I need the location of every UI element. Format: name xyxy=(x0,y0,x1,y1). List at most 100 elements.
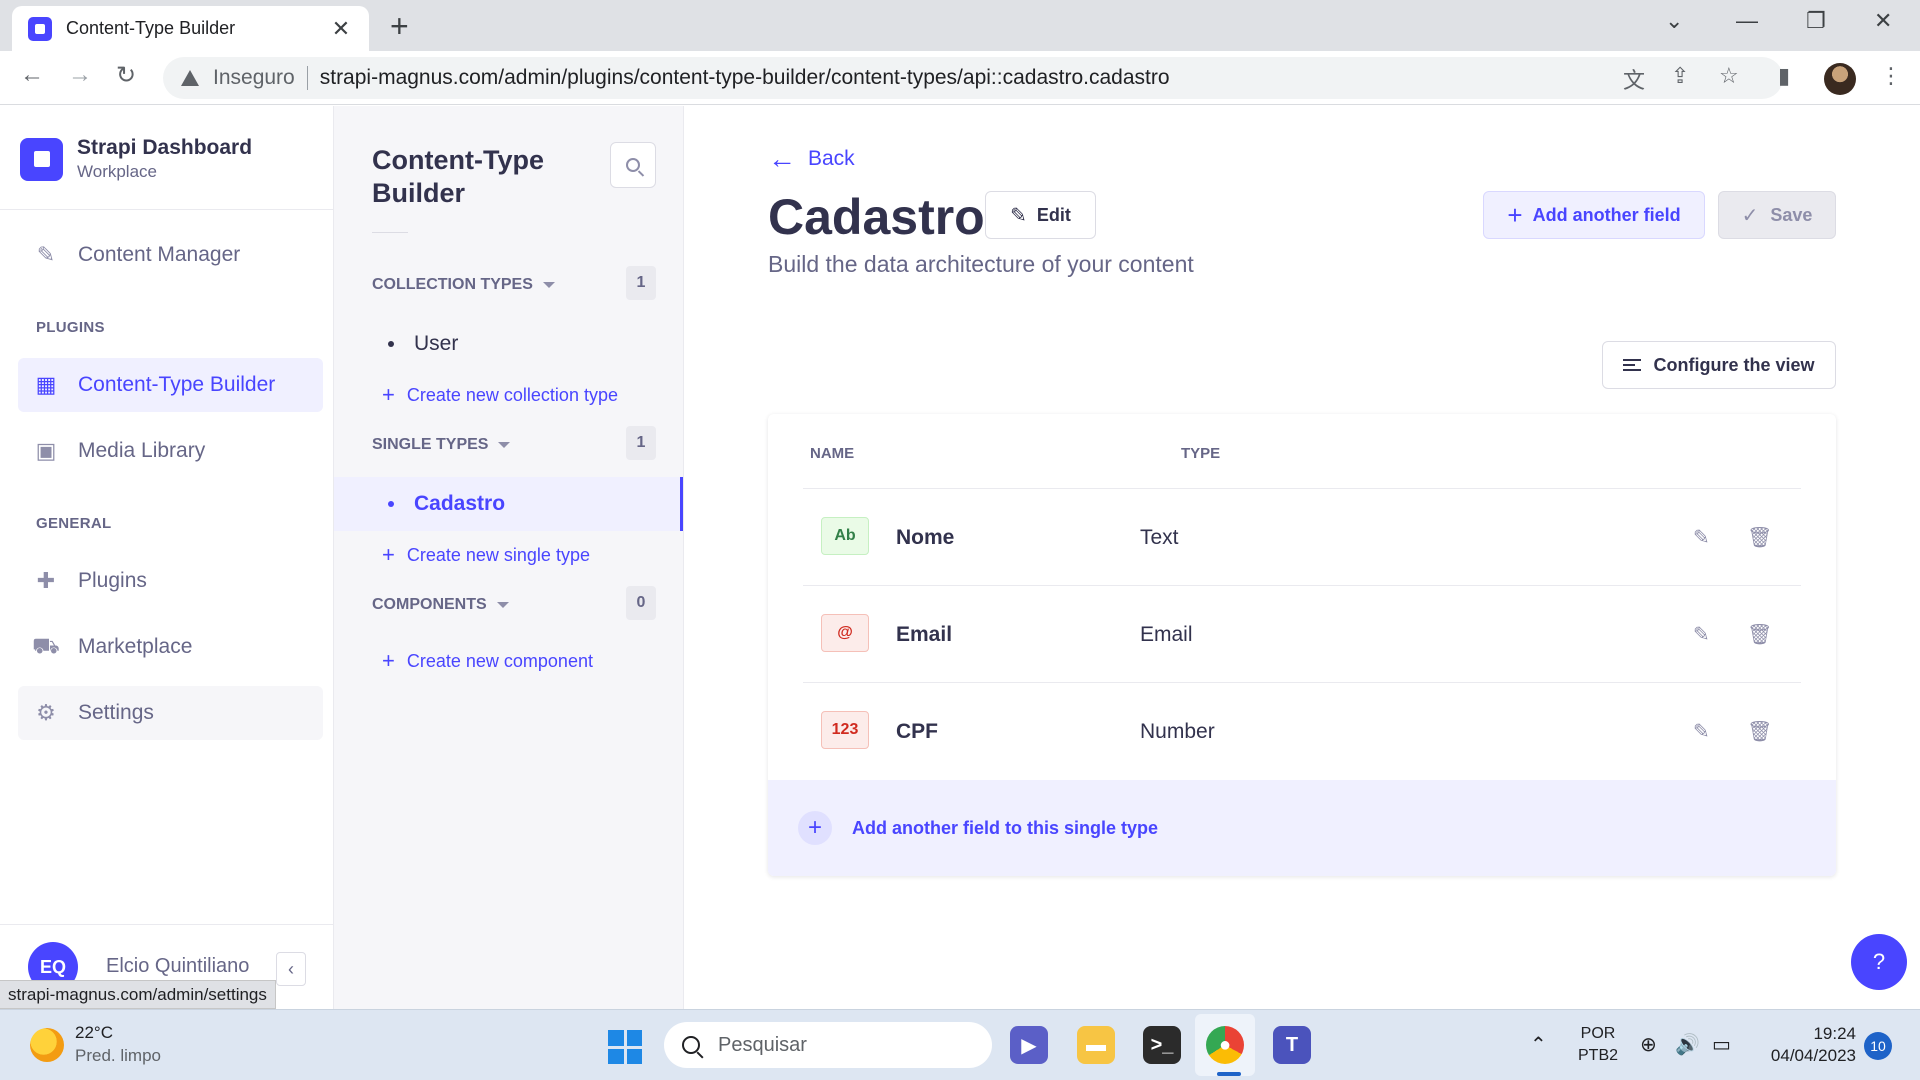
pencil-icon: ✎ xyxy=(1010,204,1027,227)
back-link[interactable]: ← Back xyxy=(768,145,855,173)
browser-tab[interactable]: Content-Type Builder ✕ xyxy=(12,6,369,51)
terminal-icon[interactable]: >_ xyxy=(1143,1026,1181,1064)
volume-icon[interactable]: 🔊 xyxy=(1675,1032,1700,1057)
url-separator xyxy=(306,66,308,90)
delete-field-trash-icon[interactable]: 🗑 xyxy=(1747,719,1772,744)
restore-icon[interactable]: ❐ xyxy=(1806,8,1826,34)
strapi-logo-icon xyxy=(20,137,63,181)
security-label[interactable]: Inseguro xyxy=(213,66,295,90)
nav-item-marketplace[interactable]: ⛟ Marketplace xyxy=(18,620,323,674)
minimize-icon[interactable]: — xyxy=(1736,8,1758,34)
components-toggle[interactable]: COMPONENTS xyxy=(372,596,509,614)
create-collection-type-link[interactable]: + Create new collection type xyxy=(382,382,618,408)
save-button[interactable]: ✓ Save xyxy=(1718,191,1836,239)
page-subtitle: Build the data architecture of your cont… xyxy=(768,251,1194,277)
nav-item-content-manager[interactable]: ✎ Content Manager xyxy=(18,228,323,282)
battery-icon[interactable]: ▭ xyxy=(1712,1032,1731,1057)
field-name: Nome xyxy=(896,526,955,549)
weather-temp[interactable]: 22°C xyxy=(75,1023,113,1043)
search-icon xyxy=(626,158,640,172)
taskbar-search-placeholder: Pesquisar xyxy=(718,1033,807,1056)
weather-icon[interactable] xyxy=(30,1028,64,1062)
new-tab-icon[interactable]: + xyxy=(390,8,409,45)
clock[interactable]: 19:24 04/04/2023 xyxy=(1760,1023,1856,1067)
create-single-type-link[interactable]: + Create new single type xyxy=(382,542,590,568)
configure-view-button[interactable]: Configure the view xyxy=(1602,341,1836,389)
url-text[interactable]: strapi-magnus.com/admin/plugins/content-… xyxy=(320,66,1170,90)
add-another-field-button[interactable]: + Add another field xyxy=(1483,191,1705,239)
language-indicator[interactable]: POR PTB2 xyxy=(1578,1023,1618,1067)
configure-label: Configure the view xyxy=(1653,354,1815,375)
teams-meet-icon[interactable]: ▶ xyxy=(1010,1026,1048,1064)
nav-item-plugins[interactable]: ✚ Plugins xyxy=(18,554,323,608)
plugins-section-label: PLUGINS xyxy=(36,319,105,336)
bullet-icon xyxy=(388,341,394,347)
field-name: CPF xyxy=(896,720,938,743)
layout-icon: ▦ xyxy=(35,372,57,397)
collection-types-toggle[interactable]: COLLECTION TYPES xyxy=(372,276,555,294)
strapi-favicon-icon xyxy=(28,16,52,41)
bullet-icon xyxy=(388,501,394,507)
create-component-link[interactable]: + Create new component xyxy=(382,648,593,674)
subnav-item-cadastro[interactable]: Cadastro xyxy=(334,477,683,531)
user-name[interactable]: Elcio Quintiliano xyxy=(106,955,249,978)
subnav-item-label: Cadastro xyxy=(414,492,506,515)
chevron-left-icon: ‹ xyxy=(288,958,294,979)
add-field-to-single-type-button[interactable]: + Add another field to this single type xyxy=(768,780,1836,876)
tray-chevron-up-icon[interactable]: ⌃ xyxy=(1530,1032,1547,1057)
network-globe-icon[interactable]: ⊕ xyxy=(1640,1032,1657,1057)
edit-field-pencil-icon[interactable]: ✎ xyxy=(1693,525,1710,550)
nav-item-label: Marketplace xyxy=(78,635,193,658)
edit-field-pencil-icon[interactable]: ✎ xyxy=(1693,622,1710,647)
field-type: Text xyxy=(1140,526,1179,549)
file-explorer-icon[interactable]: ▬ xyxy=(1077,1026,1115,1064)
browser-menu-icon[interactable]: ⋮ xyxy=(1880,63,1902,89)
help-button[interactable]: ? xyxy=(1851,934,1907,990)
chrome-icon[interactable]: ● xyxy=(1206,1026,1244,1064)
notification-badge[interactable]: 10 xyxy=(1864,1032,1892,1060)
delete-field-trash-icon[interactable]: 🗑 xyxy=(1747,622,1772,647)
reload-icon[interactable]: ↻ xyxy=(116,61,136,90)
brand: Strapi Dashboard Workplace xyxy=(20,136,252,182)
translate-icon[interactable]: 文 xyxy=(1623,63,1645,95)
plus-icon: + xyxy=(382,648,395,673)
start-windows-icon[interactable] xyxy=(608,1030,642,1064)
windows-taskbar: 22°C Pred. limpo Pesquisar ▶ ▬ >_ ● T ⌃ … xyxy=(0,1009,1920,1080)
weather-desc[interactable]: Pred. limpo xyxy=(75,1046,161,1066)
side-panel-icon[interactable]: ▮ xyxy=(1778,63,1790,89)
field-name: Email xyxy=(896,623,953,646)
close-tab-icon[interactable]: ✕ xyxy=(329,16,353,42)
nav-divider xyxy=(0,209,334,210)
profile-avatar[interactable] xyxy=(1824,63,1856,95)
nav-item-label: Plugins xyxy=(78,569,147,592)
delete-field-trash-icon[interactable]: 🗑 xyxy=(1747,525,1772,550)
gear-icon: ⚙ xyxy=(36,700,56,725)
brand-title: Strapi Dashboard xyxy=(77,136,253,159)
components-count: 0 xyxy=(626,586,656,620)
share-icon[interactable]: ⇪ xyxy=(1671,63,1689,89)
nav-item-media-library[interactable]: ▣ Media Library xyxy=(18,424,323,478)
url-omnibox[interactable]: Inseguro strapi-magnus.com/admin/plugins… xyxy=(163,57,1783,99)
nav-item-settings[interactable]: ⚙ Settings xyxy=(18,686,323,740)
check-icon: ✓ xyxy=(1741,204,1759,227)
subnav-item-user[interactable]: User xyxy=(334,317,683,371)
bookmark-star-icon[interactable]: ☆ xyxy=(1719,63,1739,89)
edit-label: Edit xyxy=(1036,204,1071,225)
table-row: @ Email Email ✎ 🗑 xyxy=(803,585,1801,682)
arrow-left-icon: ← xyxy=(768,143,796,174)
search-icon xyxy=(682,1036,700,1054)
close-window-icon[interactable]: ✕ xyxy=(1874,8,1892,34)
single-types-toggle[interactable]: SINGLE TYPES xyxy=(372,436,511,454)
forward-nav-icon[interactable]: → xyxy=(68,61,92,89)
collapse-nav-button[interactable]: ‹ xyxy=(276,952,306,986)
edit-field-pencil-icon[interactable]: ✎ xyxy=(1693,719,1710,744)
nav-item-content-type-builder[interactable]: ▦ Content-Type Builder xyxy=(18,358,323,412)
taskbar-search[interactable]: Pesquisar xyxy=(664,1022,992,1068)
back-nav-icon[interactable]: ← xyxy=(20,61,44,89)
teams-icon[interactable]: T xyxy=(1273,1026,1311,1064)
add-field-label: Add another field xyxy=(1532,204,1681,225)
subnav-search-button[interactable] xyxy=(610,142,656,188)
single-types-count: 1 xyxy=(626,426,656,460)
tab-search-chevron-icon[interactable]: ⌄ xyxy=(1665,8,1683,34)
edit-button[interactable]: ✎ Edit xyxy=(985,191,1096,239)
